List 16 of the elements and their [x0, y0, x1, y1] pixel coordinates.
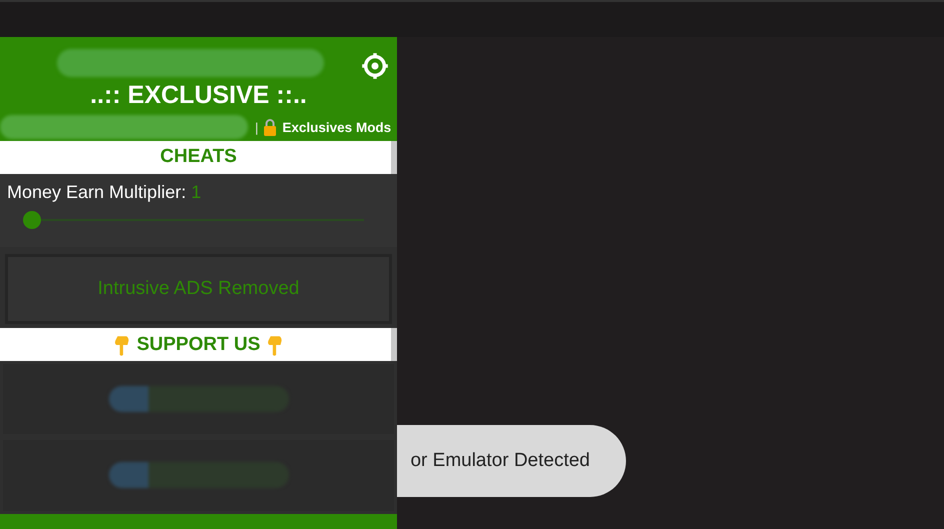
scrollbar[interactable]: [391, 328, 397, 362]
blurred-card[interactable]: [3, 364, 394, 434]
pointing-down-icon: [112, 334, 131, 356]
menu-subtitle: Exclusives Mods: [282, 120, 392, 134]
slider[interactable]: [23, 210, 364, 229]
separator-text: |: [255, 120, 258, 134]
scrollbar[interactable]: [391, 140, 397, 174]
section-title: SUPPORT US: [136, 334, 260, 356]
blurred-card[interactable]: [3, 440, 394, 511]
menu-title: ..:: EXCLUSIVE ::..: [89, 81, 308, 109]
notice-text: Intrusive ADS Removed: [98, 278, 300, 300]
slider-label: Money Earn Multiplier: 1: [7, 182, 202, 203]
settings-icon[interactable]: [361, 52, 389, 80]
section-title: CHEATS: [160, 146, 237, 168]
lock-icon: [263, 118, 278, 136]
pointing-down-icon: [266, 334, 284, 356]
